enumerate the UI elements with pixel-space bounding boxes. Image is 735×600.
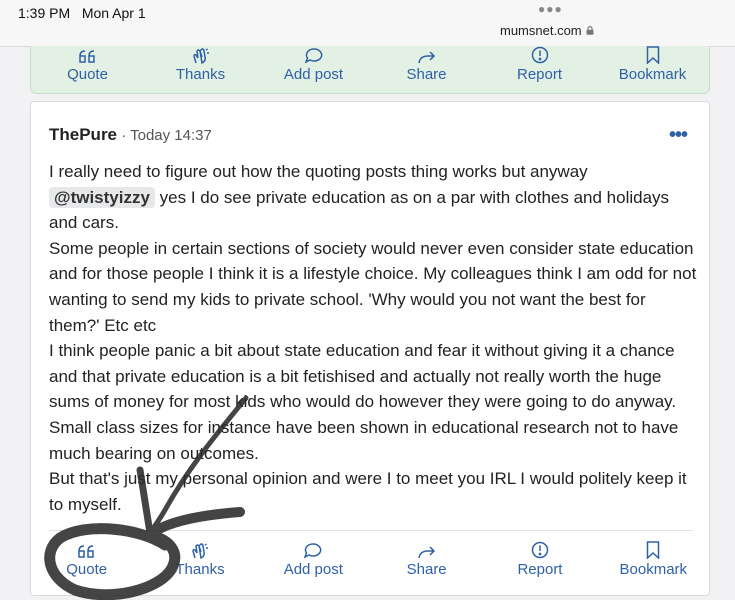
post-card: ThePure · Today 14:37 ••• I really need … xyxy=(30,101,710,596)
post-paragraph-4: But that's just my personal opinion and … xyxy=(49,469,687,514)
bookmark-icon xyxy=(647,541,660,559)
more-options-button[interactable]: ••• xyxy=(669,124,688,147)
address-bar[interactable]: mumsnet.com xyxy=(500,23,594,38)
paragraph-1-start: I really need to figure out how the quot… xyxy=(49,162,588,181)
post-body: I really need to figure out how the quot… xyxy=(49,159,697,517)
bookmark-icon xyxy=(646,46,659,64)
share-button[interactable]: Share xyxy=(370,46,483,93)
thanks-label: Thanks xyxy=(175,561,225,578)
post-header: ThePure · Today 14:37 xyxy=(49,125,212,145)
divider xyxy=(49,530,693,531)
report-button[interactable]: Report xyxy=(483,541,596,593)
alert-circle-icon xyxy=(531,46,548,64)
share-label: Share xyxy=(406,66,447,83)
add-post-button[interactable]: Add post xyxy=(257,46,370,93)
bookmark-label: Bookmark xyxy=(618,66,687,83)
previous-post-action-bar: Quote Thanks Add post Share Report Bookm… xyxy=(30,46,710,94)
quote-icon xyxy=(77,545,94,558)
report-label: Report xyxy=(517,561,563,578)
add-post-button[interactable]: Add post xyxy=(257,541,370,593)
clapping-hands-icon xyxy=(192,543,208,559)
lock-icon xyxy=(586,26,594,35)
report-label: Report xyxy=(516,66,563,83)
post-timestamp: Today 14:37 xyxy=(130,127,212,144)
post-author[interactable]: ThePure xyxy=(49,125,117,144)
speech-bubble-icon xyxy=(304,48,322,64)
quote-button[interactable]: Quote xyxy=(30,541,143,593)
share-label: Share xyxy=(406,561,447,578)
share-arrow-icon xyxy=(417,51,435,64)
share-button[interactable]: Share xyxy=(370,541,483,593)
post-paragraph-2: Some people in certain sections of socie… xyxy=(49,238,697,335)
post-action-bar: Quote Thanks Add post Share Report Bookm… xyxy=(30,541,710,593)
report-button[interactable]: Report xyxy=(483,46,596,93)
add-post-label: Add post xyxy=(283,561,343,578)
share-arrow-icon xyxy=(417,546,435,559)
user-mention[interactable]: @twistyizzy xyxy=(49,186,155,208)
url-text: mumsnet.com xyxy=(500,23,582,38)
clapping-hands-icon xyxy=(192,48,209,64)
add-post-label: Add post xyxy=(283,66,344,83)
bookmark-button[interactable]: Bookmark xyxy=(596,46,709,93)
thanks-label: Thanks xyxy=(175,66,226,83)
browser-status-bar: 1:39 PM Mon Apr 1 ●●● mumsnet.com xyxy=(0,0,735,47)
quote-button[interactable]: Quote xyxy=(31,46,144,93)
quote-label: Quote xyxy=(67,66,108,83)
clock-time: 1:39 PM xyxy=(18,5,71,21)
bookmark-button[interactable]: Bookmark xyxy=(597,541,710,593)
thanks-button[interactable]: Thanks xyxy=(143,541,256,593)
alert-circle-icon xyxy=(531,541,549,559)
date: Mon Apr 1 xyxy=(81,5,146,21)
post-paragraph-1: I really need to figure out how the quot… xyxy=(49,159,697,236)
bookmark-label: Bookmark xyxy=(619,561,688,578)
status-time: 1:39 PM Mon Apr 1 xyxy=(18,5,146,21)
quote-icon xyxy=(78,50,95,63)
header-separator: · xyxy=(121,127,127,144)
post-paragraph-3: I think people panic a bit about state e… xyxy=(49,341,679,463)
thanks-button[interactable]: Thanks xyxy=(144,46,257,93)
speech-bubble-icon xyxy=(304,543,322,559)
multitask-dots-icon[interactable]: ●●● xyxy=(538,2,563,16)
quote-label: Quote xyxy=(66,561,108,578)
